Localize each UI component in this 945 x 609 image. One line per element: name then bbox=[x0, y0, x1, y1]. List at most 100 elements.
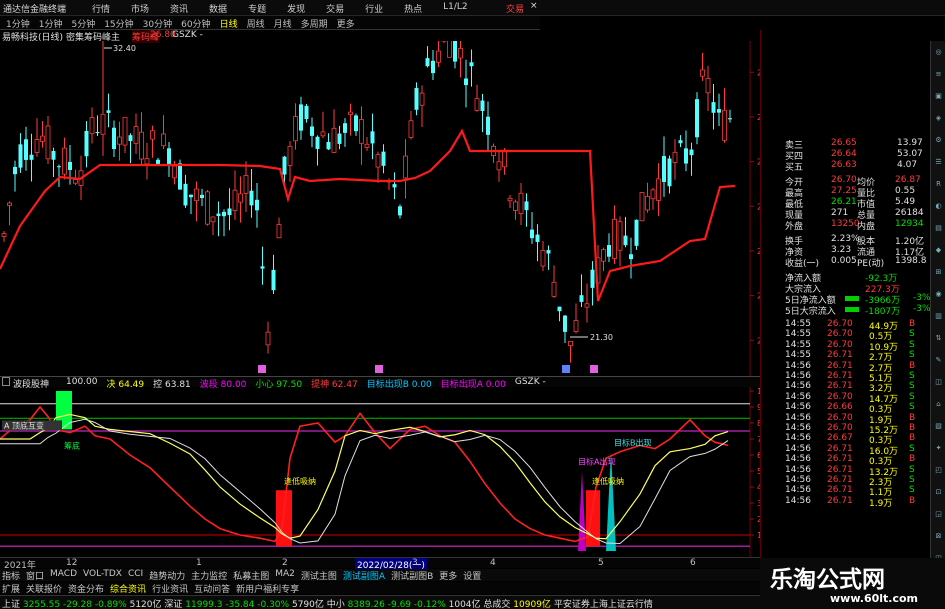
menu-item[interactable]: L1/L2 bbox=[443, 2, 468, 15]
stat-value: 5.49 bbox=[895, 197, 916, 207]
indicator-tab[interactable]: 主力监控 bbox=[191, 569, 227, 582]
tool-icon[interactable]: ◈ bbox=[933, 113, 944, 124]
info-tab[interactable]: 行业资讯 bbox=[152, 582, 188, 595]
menu-item[interactable]: 资讯 bbox=[170, 2, 188, 15]
period-button[interactable]: 30分钟 bbox=[143, 17, 172, 30]
candle-body bbox=[343, 123, 347, 133]
tool-icon[interactable]: ▣ bbox=[933, 91, 944, 102]
low-price-label: 21.30 bbox=[590, 333, 613, 342]
osc-red-line bbox=[0, 405, 729, 543]
candle-body bbox=[375, 154, 381, 168]
indicator-tab[interactable]: 趋势动力 bbox=[149, 569, 185, 582]
tick-side: S bbox=[909, 485, 915, 496]
indicator-tab[interactable]: MA2 bbox=[275, 569, 295, 581]
stat-label: 外盘 bbox=[785, 222, 804, 232]
tool-icon[interactable]: ⊞ bbox=[933, 267, 944, 278]
info-tab[interactable]: 新用户福利专享 bbox=[236, 582, 299, 595]
tool-icon[interactable]: ⚙ bbox=[933, 135, 944, 146]
period-button[interactable]: 60分钟 bbox=[181, 17, 210, 30]
indicator-tab[interactable]: 更多 bbox=[439, 569, 457, 582]
tool-icon[interactable]: ◉ bbox=[933, 289, 944, 300]
indicator-tab[interactable]: CCI bbox=[128, 569, 143, 581]
indicator-toggle-icon[interactable] bbox=[2, 377, 10, 386]
tool-icon[interactable]: ◲ bbox=[933, 509, 944, 520]
tick-time: 14:56 bbox=[785, 423, 811, 433]
chip-peak-line bbox=[0, 128, 736, 302]
period-button[interactable]: 更多 bbox=[337, 17, 355, 30]
trade-button[interactable]: 交易 bbox=[506, 2, 524, 15]
index-name[interactable]: 中小 bbox=[327, 600, 345, 609]
menu-item[interactable]: 数据 bbox=[209, 2, 227, 15]
oscillator-chart[interactable]: 100.0090.0080.0070.0060.0050.0040.0030.0… bbox=[0, 387, 760, 557]
candle-body bbox=[222, 211, 226, 217]
tool-icon[interactable]: ☰ bbox=[933, 157, 944, 168]
tick-side: B bbox=[909, 360, 916, 371]
indicator-tab[interactable]: 设置 bbox=[463, 569, 481, 582]
tool-icon[interactable]: ◆ bbox=[933, 245, 944, 256]
menu-item[interactable]: 发现 bbox=[287, 2, 305, 15]
tool-icon[interactable]: ≡ bbox=[933, 69, 944, 80]
menu-item[interactable]: 专题 bbox=[248, 2, 266, 15]
tool-icon[interactable]: ⊡ bbox=[933, 487, 944, 498]
order-price: 26.65 bbox=[831, 138, 857, 148]
period-button[interactable]: 周线 bbox=[247, 17, 265, 30]
tool-icon[interactable]: ✎ bbox=[933, 355, 944, 366]
period-button[interactable]: 日线 bbox=[220, 17, 238, 30]
candlestick-chart[interactable]: 28.0027.0026.0025.0024.0023.0022.0032.40… bbox=[0, 41, 760, 376]
period-list: 1分钟 1分钟 5分钟 15分钟 30分钟 60分钟 日线 周线 月线 多周期 更多 bbox=[6, 17, 355, 30]
indicator-tab[interactable]: 测试副图A bbox=[343, 569, 385, 582]
menu-item[interactable]: 热点 bbox=[404, 2, 422, 15]
tool-icon[interactable]: ⊠ bbox=[933, 531, 944, 542]
tick-side: S bbox=[909, 371, 915, 381]
info-tab[interactable]: 综合资讯 bbox=[110, 582, 146, 595]
period-button[interactable]: 多周期 bbox=[301, 17, 328, 30]
indicator-tab[interactable]: MACD bbox=[50, 569, 77, 581]
indicator-tab[interactable]: 指标 bbox=[2, 569, 20, 582]
period-button[interactable]: 15分钟 bbox=[104, 17, 133, 30]
period-button[interactable]: 月线 bbox=[274, 17, 292, 30]
indicator-tab[interactable]: 测试主图 bbox=[301, 569, 337, 582]
quote-row: 14:56 26.71 5.1万 S bbox=[785, 371, 931, 384]
tick-time: 14:56 bbox=[785, 381, 811, 392]
indicator-tab[interactable]: 窗口 bbox=[26, 569, 44, 582]
indicator-tab[interactable]: 私募主图 bbox=[233, 569, 269, 582]
menu-item[interactable]: 行业 bbox=[365, 2, 383, 15]
menu-item[interactable]: 交易 bbox=[326, 2, 344, 15]
tool-icon[interactable]: ▥ bbox=[933, 311, 944, 322]
tool-icon[interactable]: ✦ bbox=[933, 443, 944, 454]
period-button[interactable]: 5分钟 bbox=[71, 17, 95, 30]
tool-icon[interactable]: R bbox=[933, 179, 944, 190]
index-value: 11999.3 bbox=[185, 600, 223, 609]
candle-body bbox=[315, 136, 320, 149]
candle-body bbox=[607, 245, 611, 257]
tool-icon[interactable]: ▧ bbox=[933, 421, 944, 432]
info-tab[interactable]: 扩展 bbox=[2, 582, 20, 595]
pink-marker bbox=[375, 365, 383, 373]
index-name[interactable]: 深证 bbox=[164, 600, 182, 609]
info-tabs: 扩展 关联报价 资金分布 综合资讯 行业资讯 互动问答 新用户福利专享 bbox=[0, 582, 760, 595]
period-button[interactable]: 1分钟 bbox=[6, 17, 30, 30]
menu-item[interactable]: 市场 bbox=[131, 2, 149, 15]
period-button[interactable]: 1分钟 bbox=[39, 17, 63, 30]
candle-body bbox=[695, 99, 699, 138]
indicator-tab[interactable]: VOL-TDX bbox=[83, 569, 122, 581]
index-name[interactable]: 上证 bbox=[2, 600, 20, 609]
tool-icon[interactable]: ⇅ bbox=[933, 333, 944, 344]
tool-icon[interactable]: ◫ bbox=[933, 377, 944, 388]
candle-body bbox=[326, 141, 331, 150]
indicator-tab[interactable]: 测试副图B bbox=[391, 569, 433, 582]
candle-body bbox=[73, 179, 78, 184]
tool-icon[interactable]: ⌂ bbox=[933, 399, 944, 410]
quote-row: 今开 26.70 均价 26.87 bbox=[785, 175, 931, 188]
tool-icon[interactable]: ◎ bbox=[933, 47, 944, 58]
tool-icon[interactable]: ▤ bbox=[933, 223, 944, 234]
info-tab[interactable]: 资金分布 bbox=[68, 582, 104, 595]
quote-row: 14:56 26.71 16.0万 S bbox=[785, 443, 931, 457]
close-icon[interactable]: × bbox=[530, 1, 538, 11]
tool-icon[interactable]: ◐ bbox=[933, 201, 944, 212]
tick-side: S bbox=[909, 443, 915, 454]
info-tab[interactable]: 互动问答 bbox=[194, 582, 230, 595]
tool-icon[interactable]: ◰ bbox=[933, 465, 944, 476]
info-tab[interactable]: 关联报价 bbox=[26, 582, 62, 595]
menu-item[interactable]: 行情 bbox=[92, 2, 110, 15]
